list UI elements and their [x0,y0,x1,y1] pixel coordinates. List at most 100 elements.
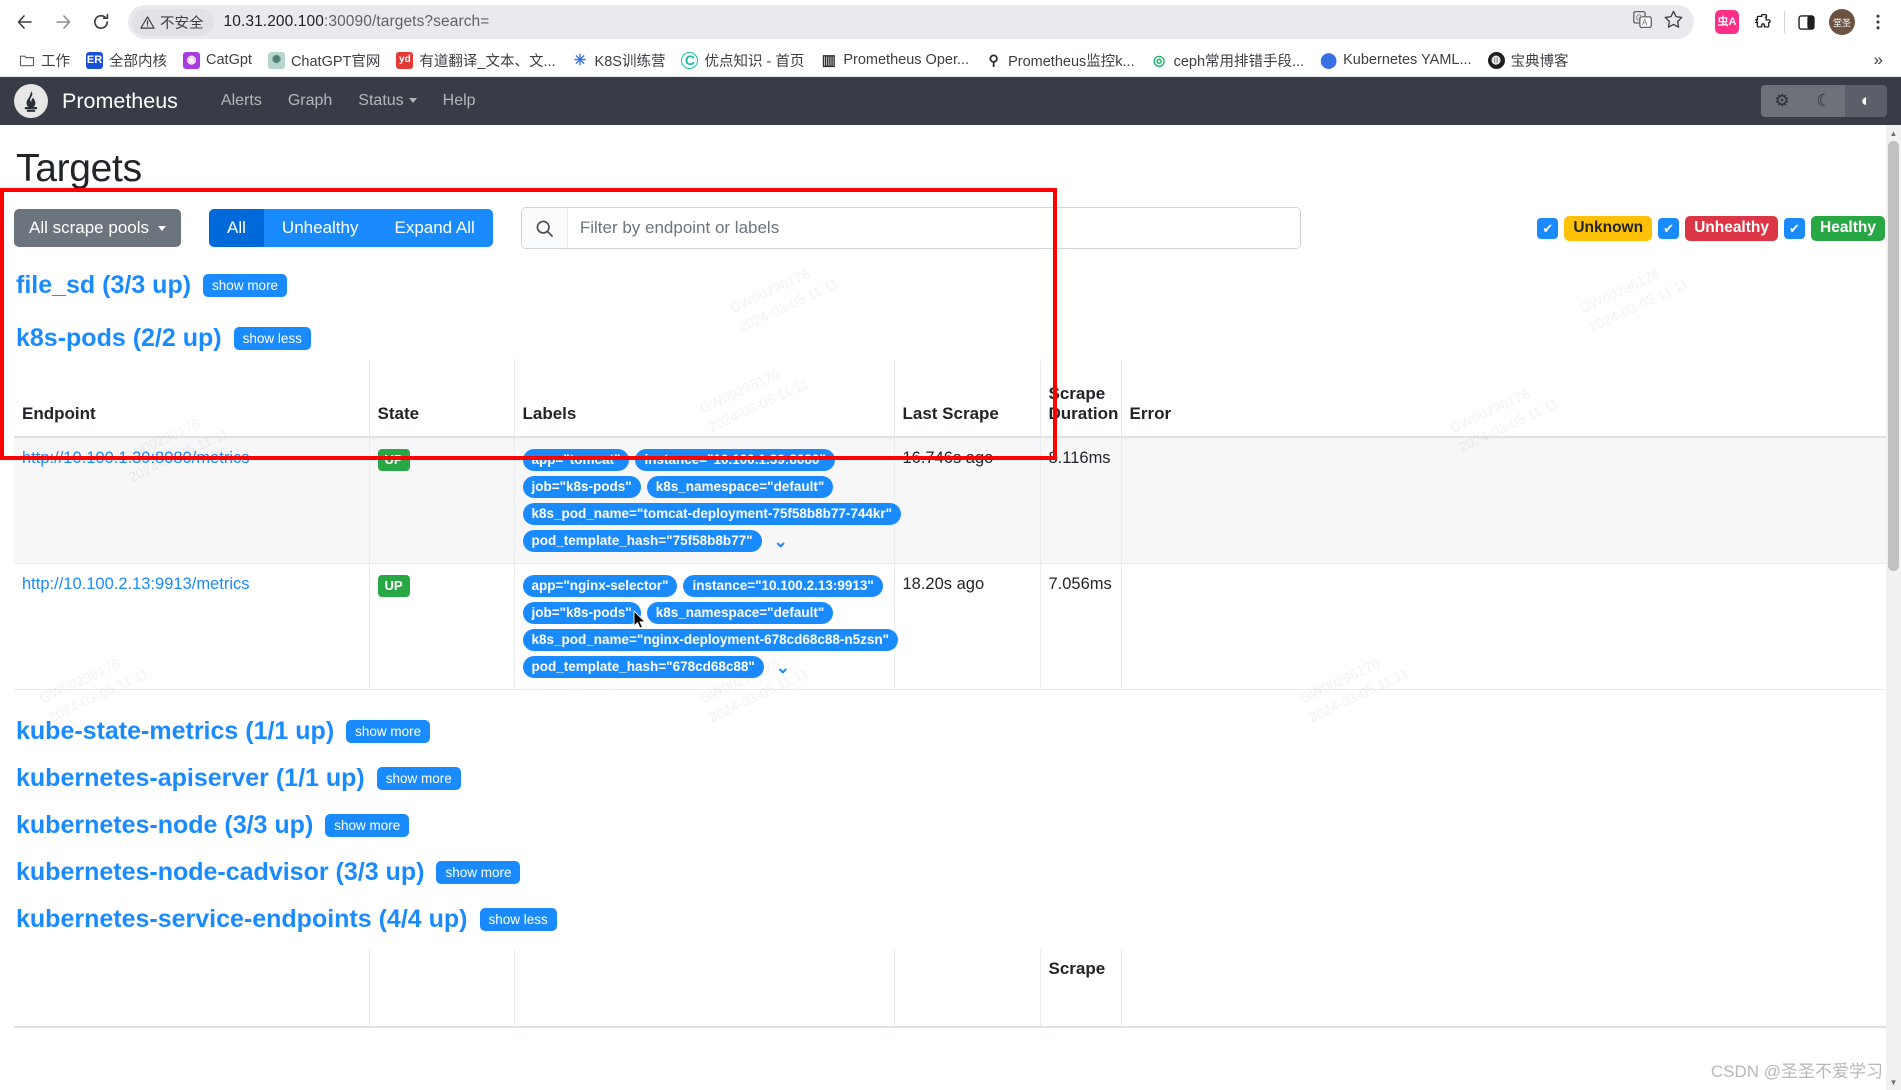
checkbox-checked-icon[interactable]: ✔ [1784,217,1805,239]
bookmark-item[interactable]: ✳ K8S训练营 [564,46,674,75]
cell-last-scrape: 16.746s ago [894,437,1041,564]
scrape-pool-select[interactable]: All scrape pools [14,209,182,247]
extensions-puzzle-icon[interactable] [1748,7,1778,37]
label-badge[interactable]: pod_template_hash="75f58b8b77" [522,530,762,552]
page-content: GW00296176 2024-03-05 11:11 GW00296176 202… [0,125,1901,1090]
scrape-pool-name[interactable]: file_sd (3/3 up) [16,271,191,300]
state-filter-unknown[interactable]: ✔ Unknown [1537,215,1653,241]
bookmark-item[interactable]: 工作 [10,46,78,75]
nav-link-graph[interactable]: Graph [275,86,345,116]
address-bar[interactable]: 不安全 10.31.200.100:30090/targets?search= … [128,5,1694,39]
checkbox-checked-icon[interactable]: ✔ [1537,217,1559,239]
unknown-badge[interactable]: Unknown [1564,215,1653,241]
cell-endpoint: http://10.100.2.13:9913/metrics [14,563,370,690]
label-badge[interactable]: k8s_pod_name="tomcat-deployment-75f58b8b… [522,503,902,525]
scrape-pool-kubernetes-node-cadvisor: kubernetes-node-cadvisor (3/3 up) show m… [14,849,1887,896]
bookmark-item[interactable]: ⬤ Kubernetes YAML... [1312,48,1479,73]
search-input[interactable] [567,208,1300,248]
scrape-pool-name[interactable]: k8s-pods (2/2 up) [16,324,222,353]
scrape-pool-name[interactable]: kubernetes-apiserver (1/1 up) [16,764,365,793]
nav-link-status[interactable]: Status [345,86,429,116]
label-badge[interactable]: instance="10.100.2.13:9913" [683,575,883,597]
chrome-menu-icon[interactable] [1863,7,1893,37]
search-icon [521,208,568,248]
translate-icon[interactable]: GA [1632,9,1653,35]
site-security-indicator[interactable]: 不安全 [132,8,214,36]
chevron-down-icon[interactable]: ⌄ [770,659,796,676]
bookmarks-bar: 工作 ER 全部内核 ◉ CatGpt ✺ ChatGPT官网 yd 有道翻译_… [0,44,1901,77]
unhealthy-badge[interactable]: Unhealthy [1685,215,1778,241]
gear-icon[interactable]: ⚙ [1761,85,1803,117]
filter-all-button[interactable]: All [209,209,264,247]
scrape-pool-name[interactable]: kubernetes-service-endpoints (4/4 up) [16,905,468,934]
label-badge[interactable]: instance="10.100.1.39:8080" [635,449,835,471]
bookmarks-overflow-button[interactable]: » [1866,50,1891,70]
show-more-button[interactable]: show more [436,861,521,884]
label-badge[interactable]: k8s_pod_name="nginx-deployment-678cd68c8… [522,629,899,651]
label-badge[interactable]: k8s_namespace="default" [646,476,834,498]
targets-table: Endpoint State Labels Last Scrape Scrape… [14,359,1887,690]
label-badge[interactable]: pod_template_hash="678cd68c88" [522,656,764,678]
reload-button[interactable] [84,5,118,39]
chevron-down-icon[interactable]: ⌄ [768,533,794,550]
table-row: http://10.100.1.39:8080/metrics UP app="… [14,437,1887,564]
profile-avatar[interactable]: 堂圣 [1827,7,1857,37]
label-badge[interactable]: app="tomcat" [522,449,630,471]
show-more-button[interactable]: show more [346,720,431,743]
search-box[interactable] [520,207,1301,249]
magnifier-icon: ⚲ [988,52,999,68]
healthy-badge[interactable]: Healthy [1811,215,1885,241]
bookmark-item[interactable]: ◎ ceph常用排错手段... [1143,46,1313,75]
checkbox-checked-icon[interactable]: ✔ [1658,217,1680,239]
endpoint-link[interactable]: http://10.100.1.39:8080/metrics [22,449,249,467]
bookmark-item[interactable]: ER 全部内核 [78,46,175,75]
label-badge[interactable]: job="k8s-pods" [522,476,641,498]
warning-triangle-icon [140,15,155,29]
show-more-button[interactable]: show more [376,767,461,790]
bookmark-item[interactable]: ✺ ChatGPT官网 [260,46,388,75]
moon-icon[interactable]: ☾ [1803,85,1845,117]
filter-unhealthy-button[interactable]: Unhealthy [263,209,377,247]
bookmark-star-icon[interactable] [1663,9,1684,35]
scrape-pool-kubernetes-node: kubernetes-node (3/3 up) show more [14,802,1887,849]
scrollbar-thumb[interactable] [1888,141,1899,571]
contrast-icon[interactable]: ◐ [1845,85,1887,117]
state-filter-healthy[interactable]: ✔ Healthy [1784,215,1885,241]
scroll-down-arrow[interactable]: ▼ [1886,1074,1901,1090]
page-title: Targets [16,147,142,190]
cell-state: UP [369,437,515,564]
bookmark-item[interactable]: ▥ Prometheus Oper... [812,48,977,73]
nav-link-help[interactable]: Help [430,86,489,116]
bookmark-item[interactable]: ◉ CatGpt [175,48,260,73]
url-text[interactable]: 10.31.200.100:30090/targets?search= [224,13,1633,31]
state-filter-unhealthy[interactable]: ✔ Unhealthy [1658,215,1778,241]
scrape-pool-name[interactable]: kubernetes-node-cadvisor (3/3 up) [16,858,424,887]
endpoint-link[interactable]: http://10.100.2.13:9913/metrics [22,575,249,593]
translation-extension-icon[interactable]: 虫A [1712,7,1742,37]
label-badge[interactable]: job="k8s-pods" [522,602,641,624]
bookmark-item[interactable]: ⚲ Prometheus监控k... [977,46,1143,75]
bookmark-item[interactable]: C 优点知识 - 首页 [673,46,812,75]
show-less-button[interactable]: show less [233,327,311,350]
scrape-pool-name[interactable]: kubernetes-node (3/3 up) [16,811,313,840]
show-more-button[interactable]: show more [203,274,288,297]
prometheus-logo-icon[interactable] [14,84,48,118]
side-panel-icon[interactable] [1791,7,1821,37]
label-badge[interactable]: k8s_namespace="default" [646,602,834,624]
scrape-pool-kubernetes-apiserver: kubernetes-apiserver (1/1 up) show more [14,755,1887,802]
label-badge[interactable]: app="nginx-selector" [522,575,678,597]
show-less-button[interactable]: show less [479,908,557,931]
expand-all-button[interactable]: Expand All [376,209,493,247]
bookmark-item[interactable]: ◍ 宝典博客 [1480,46,1577,75]
back-button[interactable] [8,5,42,39]
prometheus-brand[interactable]: Prometheus [62,89,178,114]
bookmark-item[interactable]: yd 有道翻译_文本、文... [388,46,563,75]
show-more-button[interactable]: show more [325,814,410,837]
scrape-pool-name[interactable]: kube-state-metrics (1/1 up) [16,717,334,746]
scroll-up-arrow[interactable]: ▲ [1886,125,1901,141]
forward-button[interactable] [46,5,80,39]
cell-scrape-duration: 7.056ms [1040,563,1122,690]
vertical-scrollbar[interactable]: ▲ ▼ [1886,125,1901,1090]
nav-link-alerts[interactable]: Alerts [208,86,275,116]
bookmark-label: 优点知识 - 首页 [704,53,805,70]
